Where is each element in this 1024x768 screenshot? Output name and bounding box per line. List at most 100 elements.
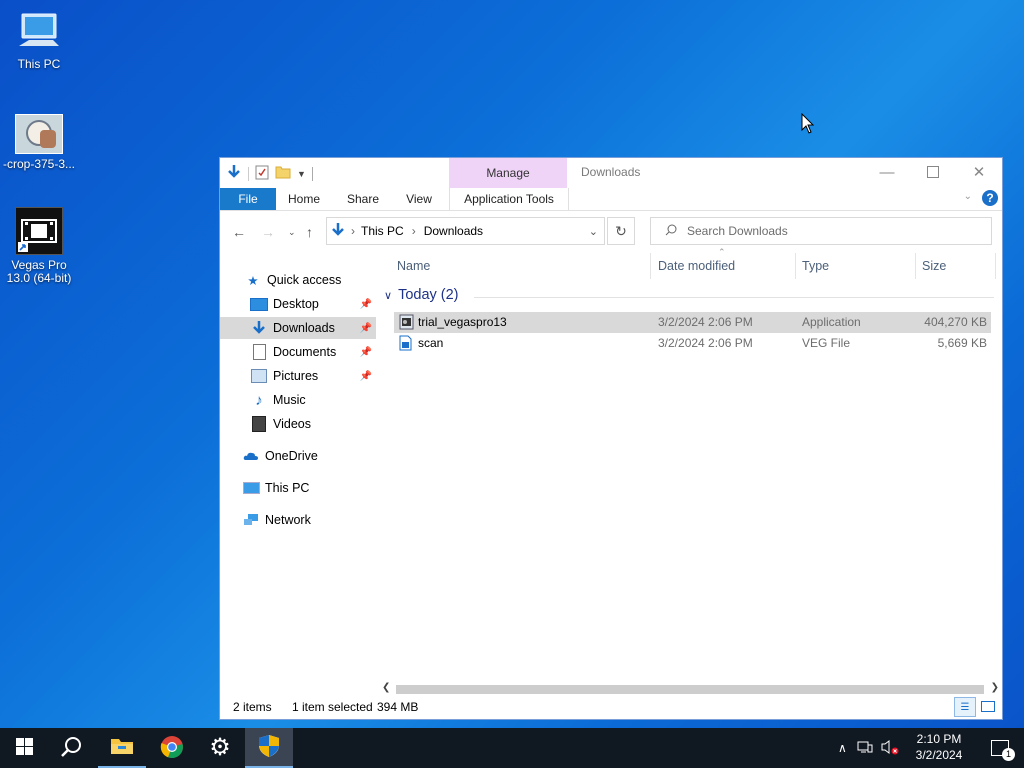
refresh-icon: ↻ [615,222,627,239]
navigation-pane: ★ Quick access Desktop 📌 Downloads 📌 Docume… [220,251,376,681]
file-name: scan [418,336,444,350]
image-file-icon [15,114,63,154]
taskbar-file-explorer[interactable] [98,728,146,768]
star-icon: ★ [247,273,259,288]
clock[interactable]: 2:10 PM 3/2/2024 [905,731,973,763]
address-dropdown-chevron-icon[interactable]: ⌄ [589,225,598,238]
search-placeholder: Search Downloads [687,224,788,238]
column-header-size[interactable]: Size [922,251,946,281]
up-button[interactable]: ↑ [306,224,313,240]
clock-date: 3/2/2024 [915,748,963,762]
table-row[interactable]: scan 3/2/2024 2:06 PM VEG File 5,669 KB [394,333,991,354]
nav-item-desktop[interactable]: Desktop 📌 [220,293,376,315]
tab-home[interactable]: Home [284,188,324,210]
action-center-button[interactable]: 1 [976,728,1024,768]
title-bar[interactable]: ▼ Manage Downloads — ✕ [220,158,1002,188]
nav-item-label: Downloads [273,321,335,335]
tab-share[interactable]: Share [342,188,384,210]
desktop-icon-label: This PC [17,57,61,71]
taskbar-chrome[interactable] [148,728,196,768]
pin-icon: 📌 [359,346,372,358]
minimize-button[interactable]: — [864,158,910,186]
help-icon[interactable]: ? [982,190,998,206]
nav-item-videos[interactable]: Videos [220,413,376,435]
tab-application-tools[interactable]: Application Tools [449,188,569,210]
status-selected-count: 1 item selected [292,700,373,714]
breadcrumb-this-pc[interactable]: This PC [361,224,404,238]
group-header-today[interactable]: ∨ Today (2) [384,287,459,303]
table-row[interactable]: trial_vegaspro13 3/2/2024 2:06 PM Applic… [394,312,991,333]
group-label: Today (2) [398,287,459,303]
search-icon [61,736,83,761]
start-button[interactable] [0,728,48,768]
file-type: Application [802,315,861,329]
nav-item-label: Documents [273,345,337,359]
desktop-folder-icon [250,296,268,312]
nav-item-label: This PC [265,481,310,495]
file-explorer-icon [110,737,134,758]
taskbar-installer[interactable] [245,728,293,768]
nav-item-label: Music [273,393,306,407]
nav-item-pictures[interactable]: Pictures 📌 [220,365,376,387]
recent-locations-chevron-icon[interactable]: ⌄ [288,227,296,238]
nav-item-label: Quick access [267,273,342,287]
scrollbar-thumb[interactable] [396,685,984,694]
maximize-icon [927,166,939,178]
properties-icon[interactable] [255,165,269,183]
file-size: 5,669 KB [937,336,987,350]
taskbar-settings[interactable]: ⚙ [196,728,244,768]
desktop-icon-this-pc[interactable]: This PC [1,10,77,71]
settings-icon: ⚙ [209,734,231,761]
address-bar[interactable]: › This PC › Downloads ⌄ [326,217,605,245]
desktop-icon-crop-image[interactable]: -crop-375-3... [1,114,77,171]
chrome-icon [160,735,184,762]
close-icon: ✕ [972,164,986,181]
chevron-down-icon: ∨ [384,289,393,302]
pin-icon: 📌 [359,298,372,310]
scroll-right-icon[interactable]: ❯ [991,682,999,693]
column-header-name[interactable]: Name [397,251,430,281]
nav-item-documents[interactable]: Documents 📌 [220,341,376,363]
details-view-button[interactable]: ☰ [954,697,976,717]
scroll-left-icon[interactable]: ❮ [382,682,390,693]
file-name: trial_vegaspro13 [418,315,507,329]
pictures-folder-icon [250,368,268,384]
address-bar-row: ← → ⌄ ↑ › This PC › Downloads ⌄ ↻ Search… [220,211,1002,251]
network-icon [242,512,260,528]
nav-item-onedrive[interactable]: OneDrive [220,445,376,467]
notifications-icon: 1 [991,740,1015,761]
this-pc-icon [17,10,61,54]
breadcrumb-downloads[interactable]: Downloads [424,224,483,238]
nav-item-network[interactable]: Network [220,509,376,531]
desktop-icon-label: -crop-375-3... [2,157,76,171]
large-icons-view-button[interactable] [978,697,998,715]
nav-item-quick-access[interactable]: ★ Quick access [220,269,376,291]
refresh-button[interactable]: ↻ [607,217,635,245]
expand-ribbon-chevron-icon[interactable]: ⌄ [964,191,972,202]
show-hidden-icons-chevron-icon[interactable]: ∧ [838,741,847,755]
forward-button[interactable]: → [261,224,275,240]
nav-item-downloads[interactable]: Downloads 📌 [220,317,376,339]
maximize-button[interactable] [910,158,956,186]
this-pc-icon [242,480,260,496]
back-button[interactable]: ← [232,224,246,240]
tab-view[interactable]: View [400,188,438,210]
taskbar: ⚙ ∧ 2:10 PM 3/2/2024 1 [0,728,1024,768]
column-header-date-modified[interactable]: Date modified [658,251,735,281]
tab-file[interactable]: File [220,188,276,210]
search-icon [665,224,677,239]
new-folder-icon[interactable] [275,165,291,182]
taskbar-search-button[interactable] [48,728,96,768]
desktop-icon-vegas-pro[interactable]: Vegas Pro 13.0 (64-bit) [1,207,77,285]
customize-toolbar-chevron-icon[interactable]: ▼ [297,169,306,179]
file-explorer-window[interactable]: ▼ Manage Downloads — ✕ File Home Share V… [219,157,1003,720]
search-input[interactable]: Search Downloads [650,217,992,245]
network-status-icon[interactable] [857,740,873,757]
nav-item-this-pc[interactable]: This PC [220,477,376,499]
breadcrumb-separator-icon: › [351,224,355,238]
nav-item-music[interactable]: ♪ Music [220,389,376,411]
close-button[interactable]: ✕ [956,158,1002,186]
column-header-type[interactable]: Type [802,251,829,281]
file-size: 404,270 KB [924,315,987,329]
volume-muted-icon[interactable] [881,739,899,758]
